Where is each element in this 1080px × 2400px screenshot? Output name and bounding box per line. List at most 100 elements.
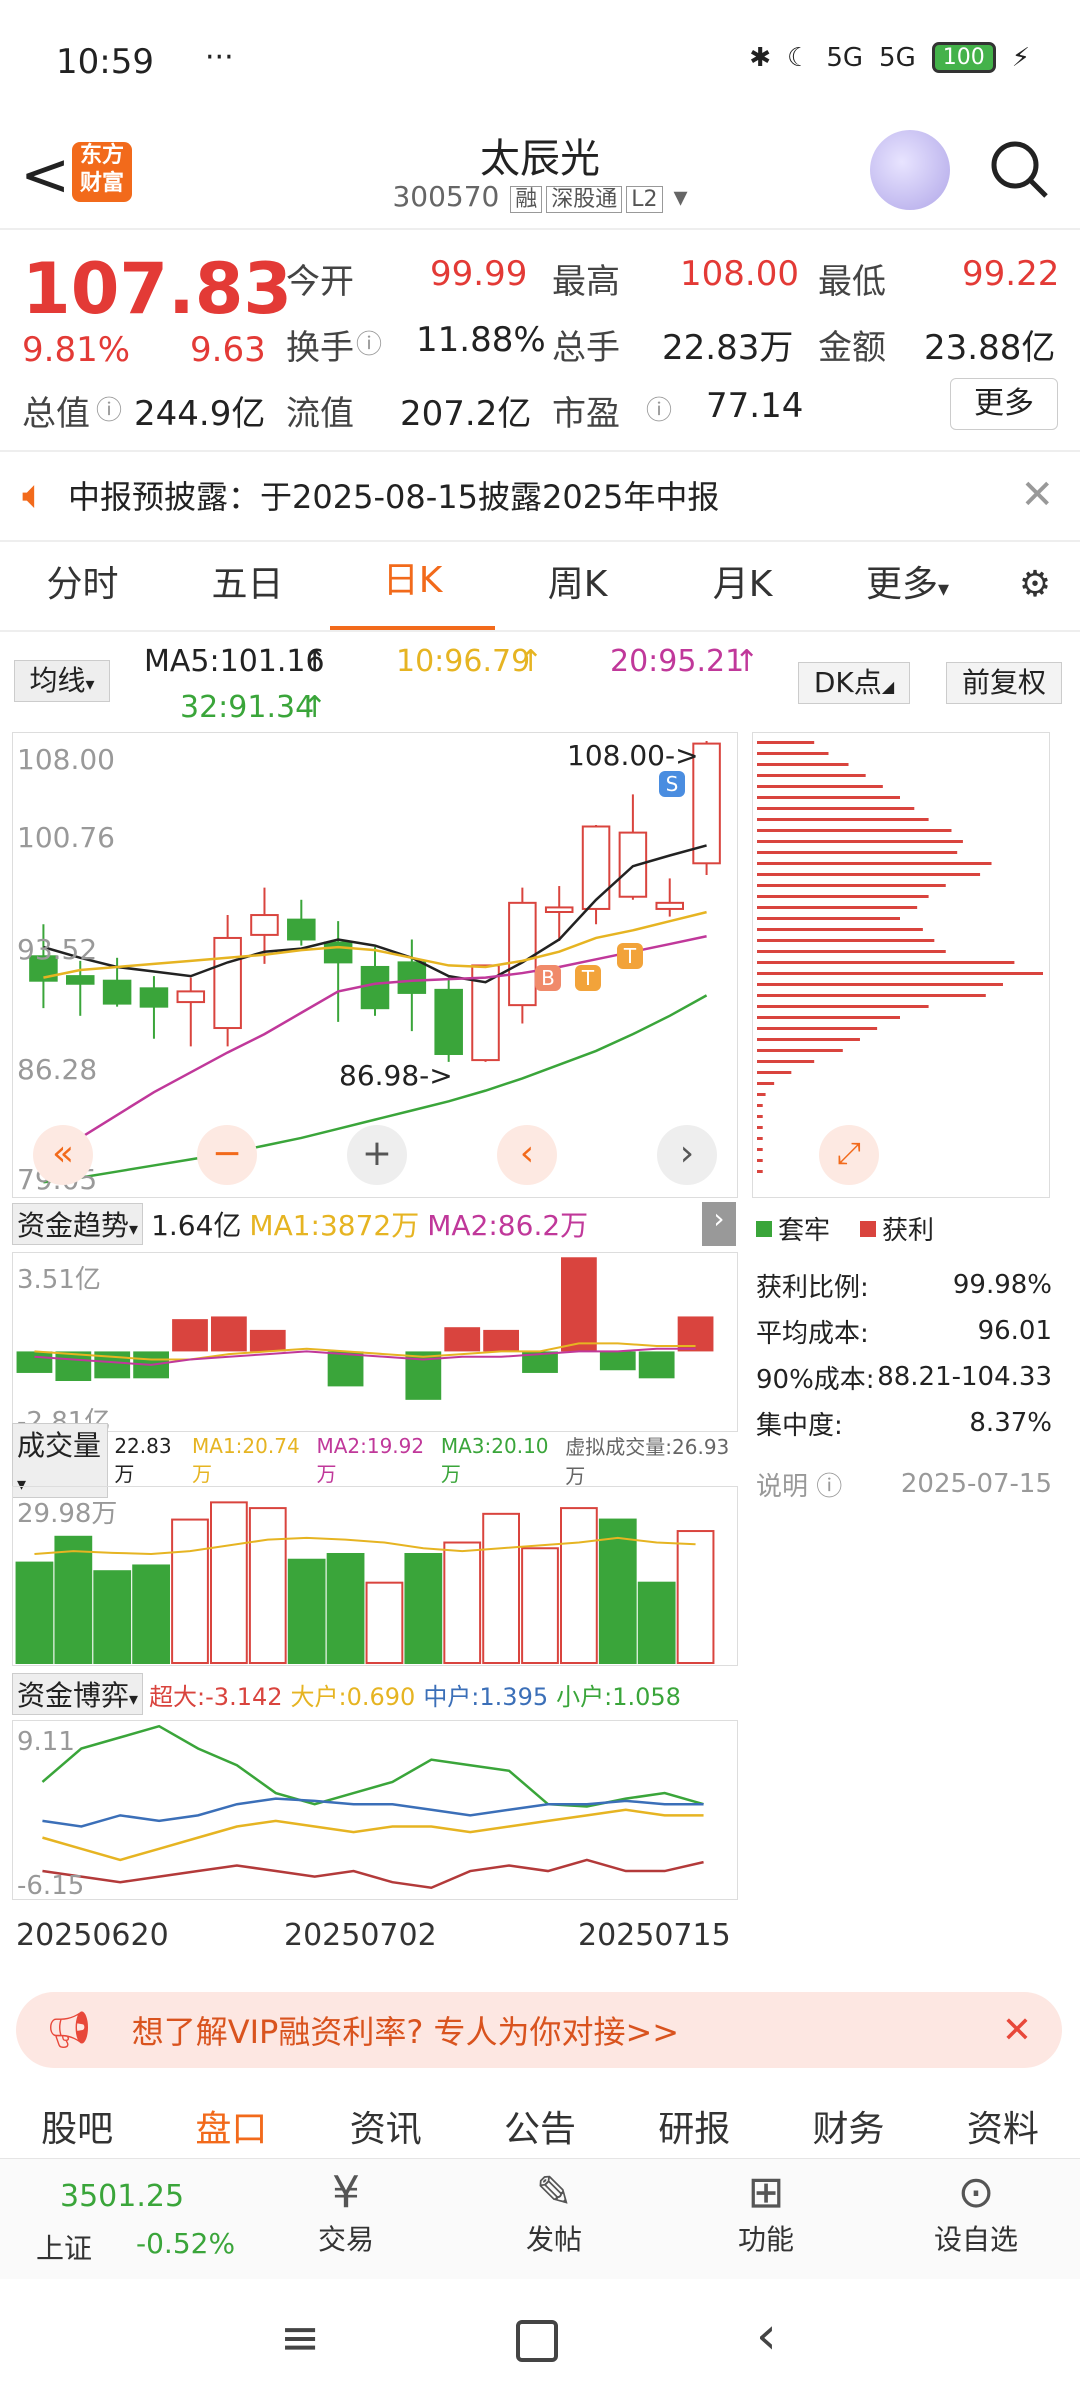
tab-finance[interactable]: 财务 [771, 2100, 925, 2160]
assistant-robot-icon[interactable] [870, 130, 950, 210]
expand-icon[interactable]: ⤢ [819, 1125, 879, 1185]
y-label-4: 86.28 [17, 1053, 98, 1086]
chip-bar [757, 895, 929, 898]
chip-panel[interactable]: ⤢ [752, 732, 1050, 1198]
zoom-in-icon[interactable]: + [347, 1125, 407, 1185]
more-button[interactable]: 更多 [950, 378, 1058, 430]
date-start: 20250620 [16, 1918, 169, 1953]
chip-bar [757, 1104, 763, 1107]
notice-bar[interactable]: 🔈︎ 中报预披露：于2025-08-15披露2025年中报 ✕ [0, 450, 1080, 540]
add-watchlist-button[interactable]: ⊙ 设自选 [926, 2167, 1026, 2258]
pe-value: 77.14 [706, 386, 804, 426]
caret-down-icon: ▾ [85, 674, 95, 695]
chip-date: 2025-07-15 [900, 1469, 1052, 1499]
chip-bar [757, 1027, 878, 1030]
tab-intraday[interactable]: 分时 [0, 540, 165, 630]
t-mark-2[interactable]: T [617, 943, 643, 969]
tab-orderbook[interactable]: 盘口 [154, 2100, 308, 2160]
moon-icon: ☾ [787, 42, 811, 73]
function-button[interactable]: ⊞ 功能 [716, 2167, 816, 2258]
pe-info-icon[interactable]: ⓘ [646, 390, 672, 427]
volume-bar [54, 1535, 93, 1664]
chip-bar [757, 829, 952, 832]
tab-forum[interactable]: 股吧 [0, 2100, 154, 2160]
notice-text: 中报预披露：于2025-08-15披露2025年中报 [68, 478, 720, 516]
tab-5day[interactable]: 五日 [165, 540, 330, 630]
buy-mark[interactable]: B [535, 965, 561, 991]
tab-more[interactable]: 更多▾ [825, 540, 990, 630]
caret-down-icon: ▾ [937, 577, 950, 602]
t-mark-1[interactable]: T [575, 965, 601, 991]
turnover-info-icon[interactable]: ⓘ [356, 324, 382, 361]
bluetooth-icon: ✱ [749, 42, 772, 73]
settings-gear-icon[interactable]: ⚙ [990, 540, 1080, 630]
next-icon[interactable]: › [657, 1125, 717, 1185]
bottom-tabs: 股吧 盘口 资讯 公告 研报 财务 资料 [0, 2100, 1080, 2160]
prev-icon[interactable]: ‹ [497, 1125, 557, 1185]
trade-label: 交易 [317, 2223, 374, 2256]
post-button[interactable]: ✎ 发帖 [504, 2167, 604, 2258]
flow-bar [249, 1329, 286, 1352]
back-icon[interactable]: < [20, 140, 70, 210]
game-select[interactable]: 资金博弈▾ [12, 1673, 144, 1715]
flow-select[interactable]: 资金趋势▾ [12, 1203, 144, 1245]
flow-bar [599, 1351, 636, 1371]
zoom-out-icon[interactable]: − [197, 1125, 257, 1185]
kline-panel[interactable]: 108.00 100.76 93.52 86.28 79.05 108.00->… [12, 732, 738, 1198]
tab-weekly-k[interactable]: 周K [495, 540, 660, 630]
tab-news[interactable]: 资讯 [309, 2100, 463, 2160]
volume-bar [560, 1507, 598, 1665]
chip-bar [757, 796, 900, 799]
flow-select-label: 资金趋势 [17, 1209, 130, 1242]
ma10-arrow-icon: ↑ [518, 644, 544, 679]
menu-icon[interactable]: ≡ [280, 2310, 320, 2366]
tab-profile[interactable]: 资料 [926, 2100, 1080, 2160]
chip-key: 集中度: [756, 1410, 843, 1441]
home-icon[interactable] [516, 2320, 558, 2362]
game-select-label: 资金博弈 [17, 1679, 130, 1712]
ma-select[interactable]: 均线▾ [14, 660, 110, 702]
flow-bar [211, 1316, 247, 1352]
chip-bar [757, 807, 915, 810]
ma32-value: 32:91.34 [180, 690, 315, 725]
adjust-button[interactable]: 前复权 [946, 662, 1062, 704]
tab-daily-k[interactable]: 日K [330, 540, 495, 630]
tab-monthly-k[interactable]: 月K [660, 540, 825, 630]
tag-margin: 融 [510, 186, 543, 213]
tab-announcements[interactable]: 公告 [463, 2100, 617, 2160]
chip-bar [757, 917, 900, 920]
vip-banner[interactable]: 📢︎ 想了解VIP融资利率? 专人为你对接>> ✕ [16, 1992, 1062, 2068]
chip-distribution-chart [757, 741, 1043, 1173]
back-nav-icon[interactable]: ‹ [756, 2306, 777, 2366]
sell-mark[interactable]: S [659, 771, 685, 797]
info-icon[interactable]: ⓘ [96, 390, 122, 427]
flow-y-top: 3.51亿 [17, 1265, 101, 1295]
chip-bar [757, 1038, 860, 1041]
close-icon[interactable]: ✕ [1020, 472, 1054, 518]
candle-body [397, 961, 427, 994]
candle-body [544, 906, 574, 913]
volume-chart [15, 1501, 715, 1665]
search-icon[interactable] [988, 138, 1052, 202]
app-logo: 东方 财富 [72, 142, 132, 202]
candle-body [250, 914, 279, 936]
volume-ma3: MA3:20.10万 [440, 1433, 549, 1486]
chip-bar [757, 1148, 763, 1151]
chip-value: 96.01 [977, 1316, 1052, 1346]
tab-research[interactable]: 研报 [617, 2100, 771, 2160]
vip-text: 想了解VIP融资利率? 专人为你对接>> [131, 2013, 680, 2051]
expand-right-icon[interactable]: › [702, 1202, 736, 1246]
status-time: 10:59 [56, 42, 154, 82]
volume-bar [210, 1501, 248, 1664]
trade-button[interactable]: ¥ 交易 [296, 2167, 396, 2258]
more-dots-icon: ··· [205, 40, 234, 75]
chip-bar [757, 785, 883, 788]
flow-bar [172, 1319, 208, 1352]
change-pct: 9.81% [22, 330, 131, 370]
rewind-icon[interactable]: « [33, 1125, 93, 1185]
dk-point-button[interactable]: DK点◢ [798, 662, 910, 704]
close-icon[interactable]: ✕ [1002, 2010, 1032, 2051]
bottom-dock: 3501.25 上证 -0.52% ¥ 交易 ✎ 发帖 ⊞ 功能 ⊙ 设自选 [0, 2158, 1080, 2279]
high-value: 108.00 [680, 254, 799, 294]
chip-note-row[interactable]: 说明 ⓘ 2025-07-15 [756, 1454, 1052, 1514]
